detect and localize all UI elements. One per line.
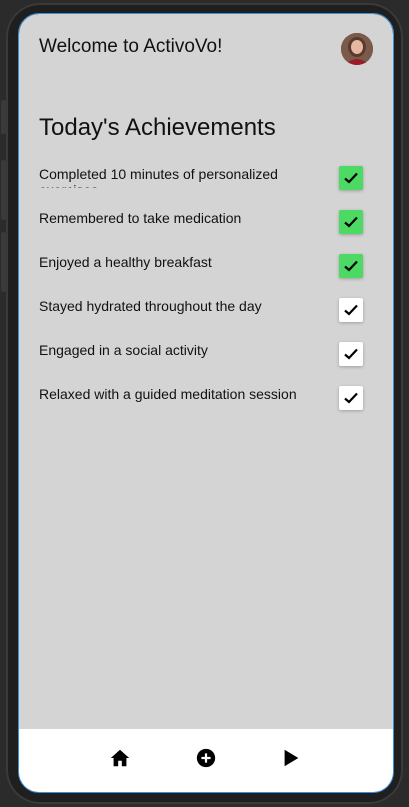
achievement-label: Remembered to take medication	[39, 210, 242, 226]
achievement-item[interactable]: Remembered to take medication	[39, 208, 363, 252]
check-icon	[344, 216, 358, 228]
check-icon	[344, 172, 358, 184]
volume-up-button	[1, 100, 6, 134]
add-circle-icon	[196, 748, 216, 768]
power-button	[1, 232, 6, 292]
home-button[interactable]	[108, 746, 132, 770]
achievement-label: Stayed hydrated throughout the day	[39, 298, 262, 314]
app-title: Welcome to ActivoVo!	[39, 36, 223, 57]
app-screen: Welcome to ActivoVo! Today's Achievement…	[18, 13, 394, 793]
achievement-label: Enjoyed a healthy breakfast	[39, 254, 212, 270]
play-icon	[284, 749, 299, 767]
check-icon	[344, 260, 358, 272]
checkbox[interactable]	[339, 386, 363, 410]
play-button[interactable]	[279, 746, 303, 770]
achievement-item[interactable]: Engaged in a social activity	[39, 340, 363, 384]
add-button[interactable]	[194, 746, 218, 770]
achievement-item[interactable]: Completed 10 minutes of personalized exe…	[39, 164, 363, 208]
check-icon	[344, 392, 358, 404]
achievement-item[interactable]: Enjoyed a healthy breakfast	[39, 252, 363, 296]
achievement-label: Completed 10 minutes of personalized exe…	[39, 166, 278, 188]
check-icon	[344, 304, 358, 316]
bottom-nav	[19, 729, 393, 792]
avatar-icon	[341, 33, 373, 65]
checkbox[interactable]	[339, 166, 363, 190]
achievement-item[interactable]: Relaxed with a guided meditation session	[39, 384, 363, 428]
checkbox[interactable]	[339, 342, 363, 366]
volume-down-button	[1, 160, 6, 220]
checkbox[interactable]	[339, 254, 363, 278]
checkbox[interactable]	[339, 298, 363, 322]
achievement-label: Relaxed with a guided meditation session	[39, 386, 297, 402]
achievement-list: Completed 10 minutes of personalized exe…	[39, 164, 363, 428]
achievement-item[interactable]: Stayed hydrated throughout the day	[39, 296, 363, 340]
checkbox[interactable]	[339, 210, 363, 234]
home-icon	[110, 749, 130, 767]
check-icon	[344, 348, 358, 360]
user-avatar[interactable]	[341, 33, 373, 65]
header: Welcome to ActivoVo!	[39, 33, 373, 68]
section-title: Today's Achievements	[39, 114, 276, 141]
achievement-label: Engaged in a social activity	[39, 342, 208, 358]
